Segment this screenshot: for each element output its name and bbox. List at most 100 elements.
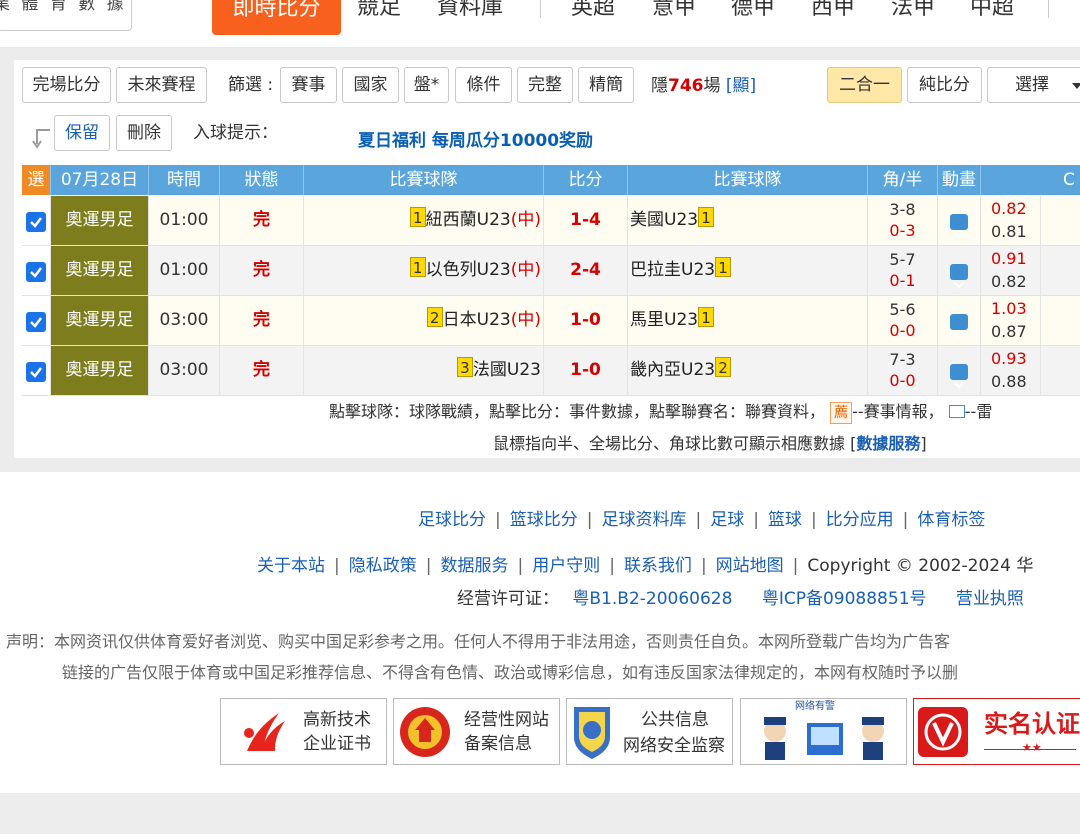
match-score[interactable]: 1-0 bbox=[544, 346, 628, 395]
footer-link[interactable]: 足球比分 bbox=[418, 510, 486, 530]
filter-simple-button[interactable]: 精簡 bbox=[578, 67, 634, 103]
footer-link[interactable]: 关于本站 bbox=[257, 556, 325, 576]
animation-icon[interactable] bbox=[950, 214, 968, 239]
home-team[interactable]: 1 紐西蘭U23(中) bbox=[304, 196, 544, 245]
match-time: 03:00 bbox=[149, 296, 220, 345]
row-checkbox[interactable] bbox=[26, 262, 46, 282]
police-badge[interactable]: 网络有警 bbox=[740, 698, 907, 765]
hightech-badge[interactable]: 高新技术 企业证书 bbox=[220, 698, 387, 765]
home-team[interactable]: 2 日本U23(中) bbox=[304, 296, 544, 345]
nav-ligue1[interactable]: 法甲 bbox=[891, 0, 935, 23]
business-site-badge[interactable]: 经营性网站 备案信息 bbox=[393, 698, 560, 765]
away-team[interactable]: 美國U23 1 bbox=[628, 196, 868, 245]
nav-live-score[interactable]: 即時比分 bbox=[212, 0, 341, 35]
delete-button[interactable]: 刪除 bbox=[116, 115, 172, 151]
realname-badge[interactable]: 实名认证 ★★ bbox=[913, 698, 1080, 765]
full-score-button[interactable]: 完場比分 bbox=[22, 67, 111, 103]
show-hidden-link[interactable]: [顯] bbox=[726, 76, 756, 96]
nav-divider bbox=[540, 0, 541, 18]
animation-cell bbox=[938, 296, 981, 345]
home-team[interactable]: 3 法國U23 bbox=[304, 346, 544, 395]
table-row[interactable]: 奧運男足 01:00 完 1 以色列U23(中) 2-4 巴拉圭U23 1 5-7 0-1 0.91… bbox=[22, 246, 1080, 296]
nav-epl[interactable]: 英超 bbox=[571, 0, 615, 23]
match-score[interactable]: 1-4 bbox=[544, 196, 628, 245]
data-service-link[interactable]: 數據服務 bbox=[856, 434, 920, 453]
away-team[interactable]: 馬里U23 1 bbox=[628, 296, 868, 345]
footer-link[interactable]: 体育标签 bbox=[917, 510, 985, 530]
footer-link[interactable]: 比分应用 bbox=[826, 510, 894, 530]
nav-bundesliga[interactable]: 德甲 bbox=[731, 0, 775, 23]
table-row[interactable]: 奧運男足 03:00 完 3 法國U23 1-0 畿內亞U23 2 7-3 0-0 0.93 0.88 bbox=[22, 346, 1080, 396]
upcoming-button[interactable]: 未來賽程 bbox=[116, 67, 207, 103]
keep-button[interactable]: 保留 bbox=[54, 115, 110, 151]
filter-odds-button[interactable]: 盤* bbox=[404, 67, 449, 103]
footer-link[interactable]: 篮球 bbox=[768, 510, 802, 530]
promo-link[interactable]: 夏日福利 每周瓜分10000奖励 bbox=[358, 126, 593, 151]
footer-link[interactable]: 网站地图 bbox=[716, 556, 784, 576]
filter-country-button[interactable]: 國家 bbox=[342, 67, 399, 103]
business-license-link[interactable]: 营业执照 bbox=[956, 589, 1024, 609]
col-away: 比賽球隊 bbox=[628, 165, 868, 195]
row-select-cell bbox=[22, 246, 51, 295]
match-score[interactable]: 1-0 bbox=[544, 296, 628, 345]
footer-link[interactable]: 隐私政策 bbox=[349, 556, 417, 576]
odds-value: 0.93 bbox=[991, 349, 1027, 368]
footer-link[interactable]: 用户守则 bbox=[532, 556, 600, 576]
security-badge[interactable]: 公共信息 网络安全监察 bbox=[566, 698, 733, 765]
half-score: 0-0 bbox=[889, 321, 916, 340]
footer-link[interactable]: 数据服务 bbox=[440, 556, 508, 576]
league-name[interactable]: 奧運男足 bbox=[51, 246, 149, 295]
neutral-marker: (中) bbox=[510, 260, 541, 280]
icp-link[interactable]: 粤ICP备09088851号 bbox=[762, 589, 927, 609]
license-link[interactable]: 粤B1.B2-20060628 bbox=[572, 589, 732, 609]
corner-half[interactable]: 3-8 0-3 bbox=[868, 196, 938, 245]
site-logo[interactable]: 業 體 育 數 據 bbox=[0, 0, 132, 31]
table-row[interactable]: 奧運男足 03:00 完 2 日本U23(中) 1-0 馬里U23 1 5-6 0-0 1.03 0.… bbox=[22, 296, 1080, 346]
footer-link[interactable]: 联系我们 bbox=[624, 556, 692, 576]
filter-full-button[interactable]: 完整 bbox=[517, 67, 573, 103]
monitor-icon bbox=[948, 405, 965, 418]
footer-license: 经营许可证： 粤B1.B2-20060628 粤ICP备09088851号 营业… bbox=[457, 589, 1024, 609]
row-checkbox[interactable] bbox=[26, 362, 46, 382]
match-status: 完 bbox=[220, 346, 304, 395]
match-status: 完 bbox=[220, 296, 304, 345]
row-select-cell bbox=[22, 346, 51, 395]
corner-score: 5-6 bbox=[889, 300, 916, 319]
pure-score-button[interactable]: 純比分 bbox=[907, 67, 982, 103]
row-checkbox[interactable] bbox=[26, 212, 46, 232]
corner-half[interactable]: 5-6 0-0 bbox=[868, 296, 938, 345]
nav-csl[interactable]: 中超 bbox=[970, 0, 1014, 23]
footer-link[interactable]: 篮球比分 bbox=[510, 510, 578, 530]
copyright: Copyright © 2002-2024 华 bbox=[807, 556, 1034, 576]
combo-view-button[interactable]: 二合一 bbox=[827, 67, 902, 103]
row-checkbox[interactable] bbox=[26, 312, 46, 332]
col-select: 選 bbox=[22, 165, 51, 195]
col-extra-label: C bbox=[1063, 170, 1075, 190]
league-name[interactable]: 奧運男足 bbox=[51, 296, 149, 345]
away-team[interactable]: 巴拉圭U23 1 bbox=[628, 246, 868, 295]
odds-value: 0.87 bbox=[991, 322, 1027, 341]
neutral-marker: (中) bbox=[510, 210, 541, 230]
away-team[interactable]: 畿內亞U23 2 bbox=[628, 346, 868, 395]
league-name[interactable]: 奧運男足 bbox=[51, 346, 149, 395]
home-team[interactable]: 1 以色列U23(中) bbox=[304, 246, 544, 295]
table-row[interactable]: 奧運男足 01:00 完 1 紐西蘭U23(中) 1-4 美國U23 1 3-8 0-3 0.82 0… bbox=[22, 196, 1080, 246]
league-name[interactable]: 奧運男足 bbox=[51, 196, 149, 245]
corner-half[interactable]: 5-7 0-1 bbox=[868, 246, 938, 295]
filter-condition-button[interactable]: 條件 bbox=[455, 67, 512, 103]
filter-competition-button[interactable]: 賽事 bbox=[280, 67, 337, 103]
footer-link[interactable]: 足球资料库 bbox=[601, 510, 686, 530]
nav-jingzu[interactable]: 競足 bbox=[357, 0, 401, 23]
animation-icon[interactable] bbox=[950, 364, 968, 389]
select-dropdown[interactable]: 選擇 bbox=[987, 67, 1080, 103]
nav-serie-a[interactable]: 意甲 bbox=[652, 0, 696, 23]
corner-half[interactable]: 7-3 0-0 bbox=[868, 346, 938, 395]
footer-link[interactable]: 足球 bbox=[710, 510, 744, 530]
match-score[interactable]: 2-4 bbox=[544, 246, 628, 295]
nav-laliga[interactable]: 西甲 bbox=[811, 0, 855, 23]
animation-icon[interactable] bbox=[950, 314, 968, 339]
nav-database[interactable]: 資料庫 bbox=[437, 0, 503, 23]
animation-cell bbox=[938, 246, 981, 295]
animation-icon[interactable] bbox=[950, 264, 968, 289]
help-note: 點擊球隊：球隊戰績，點擊比分：事件數據，點擊聯賽名：聯賽資料， 薦 --賽事情報，… bbox=[329, 398, 992, 424]
